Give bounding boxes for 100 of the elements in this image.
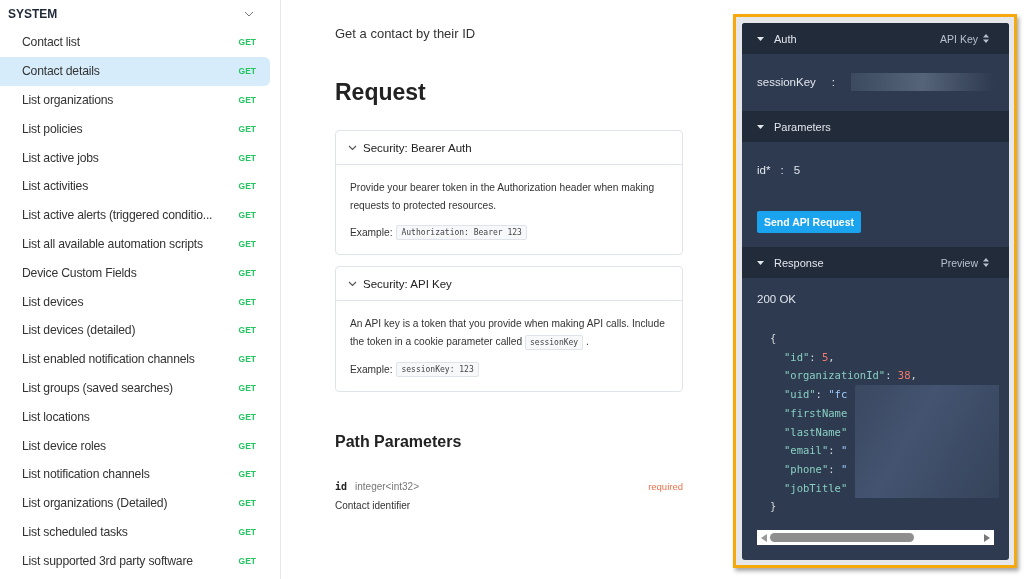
- horizontal-scrollbar[interactable]: [757, 530, 994, 546]
- method-label: GET: [238, 238, 256, 249]
- sidebar-item[interactable]: List policies GET: [0, 114, 270, 144]
- sidebar-item[interactable]: List activities GET: [0, 172, 270, 201]
- method-label: GET: [238, 66, 256, 77]
- section-heading: Path Parameters: [335, 433, 463, 451]
- sidebar-item[interactable]: List active alerts (triggered conditio... GET: [0, 200, 270, 230]
- endpoint-description: Get a contact by their ID: [335, 26, 477, 41]
- item-label: List active jobs: [22, 150, 99, 165]
- param-type: integer<int32>: [355, 481, 420, 492]
- field-label: sessionKey: [757, 76, 816, 88]
- right-arrow-icon[interactable]: [984, 533, 990, 542]
- panel-title: Auth: [774, 32, 797, 45]
- item-label: List scheduled tasks: [22, 524, 128, 539]
- example-code: sessionKey: 123: [396, 362, 479, 377]
- card-header[interactable]: Security: API Key: [336, 267, 682, 301]
- item-label: List all available automation scripts: [22, 236, 203, 251]
- card-header[interactable]: Security: Bearer Auth: [336, 131, 682, 165]
- sidebar-item[interactable]: List scheduled tasks GET: [0, 517, 270, 547]
- scrollbar-thumb[interactable]: [770, 533, 914, 543]
- item-label: Contact details: [22, 64, 100, 79]
- panel-title: Parameters: [774, 120, 831, 133]
- item-label: List device roles: [22, 438, 106, 453]
- sidebar-item[interactable]: List notification channels GET: [0, 459, 270, 489]
- sidebar-item[interactable]: List supported 3rd party software GET: [0, 546, 270, 576]
- panel-header[interactable]: Auth API Key: [742, 23, 1009, 54]
- sidebar-item[interactable]: List active jobs GET: [0, 143, 270, 172]
- method-label: GET: [238, 526, 256, 537]
- chevron-icon[interactable]: [244, 11, 254, 17]
- item-label: List locations: [22, 409, 90, 424]
- item-label: List devices: [22, 294, 84, 309]
- item-label: List activities: [22, 179, 89, 194]
- panel-header[interactable]: Parameters: [742, 111, 1009, 142]
- method-label: GET: [238, 325, 256, 336]
- example-label: Example:: [350, 227, 393, 238]
- item-label: Device Custom Fields: [22, 265, 137, 280]
- method-label: GET: [238, 181, 256, 192]
- left-arrow-icon[interactable]: [761, 533, 767, 542]
- code-line: "email": ": [783, 443, 849, 459]
- sort-icon: [983, 34, 989, 43]
- code-line: "jobTitle": [783, 480, 849, 496]
- method-label: GET: [238, 296, 256, 307]
- field-label: id*: [757, 164, 771, 176]
- item-label: List devices (detailed): [22, 323, 136, 338]
- method-label: GET: [238, 210, 256, 221]
- sidebar-item[interactable]: List enabled notification channels GET: [0, 344, 270, 374]
- code-line: "phone": ": [783, 461, 849, 477]
- item-label: List groups (saved searches): [22, 380, 173, 395]
- sidebar-item[interactable]: List locations GET: [0, 402, 270, 432]
- chevron-icon: [348, 144, 357, 151]
- method-label: GET: [238, 411, 256, 422]
- item-label: List organizations (Detailed): [22, 496, 168, 511]
- sidebar-item[interactable]: Contact details GET: [0, 56, 270, 86]
- code-line: "firstName: [783, 405, 849, 421]
- mode-select[interactable]: Preview: [940, 256, 989, 269]
- code-line: "id": 5,: [783, 349, 836, 365]
- item-label: List policies: [22, 121, 83, 136]
- security-description: Provide your bearer token in the Authorization header when making requests to protected resources.: [350, 181, 656, 213]
- param-description: Contact identifier: [335, 500, 412, 511]
- sidebar-item[interactable]: List organizations (Detailed) GET: [0, 488, 270, 518]
- sidebar-item[interactable]: List groups (saved searches) GET: [0, 373, 270, 403]
- code-line: {: [770, 331, 778, 346]
- item-label: List active alerts (triggered conditio...: [22, 208, 213, 223]
- separator: :: [831, 76, 835, 88]
- section-heading: Request: [335, 79, 427, 106]
- code-line: "organizationId": 38,: [783, 368, 918, 384]
- code-line: "lastName": [783, 424, 849, 440]
- sidebar-item[interactable]: List devices (detailed) GET: [0, 315, 270, 345]
- method-label: GET: [238, 123, 256, 134]
- caret-icon: [757, 260, 764, 265]
- item-label: List notification channels: [22, 467, 150, 482]
- method-label: GET: [238, 95, 256, 105]
- item-label: List organizations: [22, 93, 114, 107]
- code-line: }: [770, 499, 778, 515]
- method-label: GET: [238, 555, 256, 566]
- panel-header[interactable]: Response Preview: [742, 247, 1009, 278]
- method-label: GET: [238, 440, 256, 451]
- separator: :: [780, 164, 784, 176]
- field-value[interactable]: 5: [793, 164, 801, 176]
- sidebar-item[interactable]: List all available automation scripts GET: [0, 229, 270, 259]
- method-label: GET: [238, 469, 256, 480]
- method-label: GET: [238, 267, 256, 278]
- sidebar-item[interactable]: List devices GET: [0, 287, 270, 316]
- sidebar-item[interactable]: Contact list GET: [0, 28, 270, 57]
- item-label: Contact list: [22, 35, 80, 50]
- method-label: GET: [238, 354, 256, 365]
- response-status: 200 OK: [757, 293, 797, 305]
- param-name: id: [335, 481, 348, 492]
- sidebar-item[interactable]: List device roles GET: [0, 431, 270, 460]
- panel-title: Response: [774, 256, 824, 269]
- sidebar-item[interactable]: Device Custom Fields GET: [0, 258, 270, 288]
- item-label: List supported 3rd party software: [22, 553, 193, 568]
- method-label: GET: [238, 498, 256, 509]
- chevron-icon: [348, 280, 357, 287]
- sidebar-item[interactable]: List organizations GET: [0, 85, 270, 115]
- method-label: GET: [238, 382, 256, 393]
- example-code: Authorization: Bearer 123: [396, 225, 527, 240]
- mode-select[interactable]: API Key: [940, 32, 989, 45]
- sort-icon: [983, 258, 989, 267]
- item-label: List enabled notification channels: [22, 352, 195, 367]
